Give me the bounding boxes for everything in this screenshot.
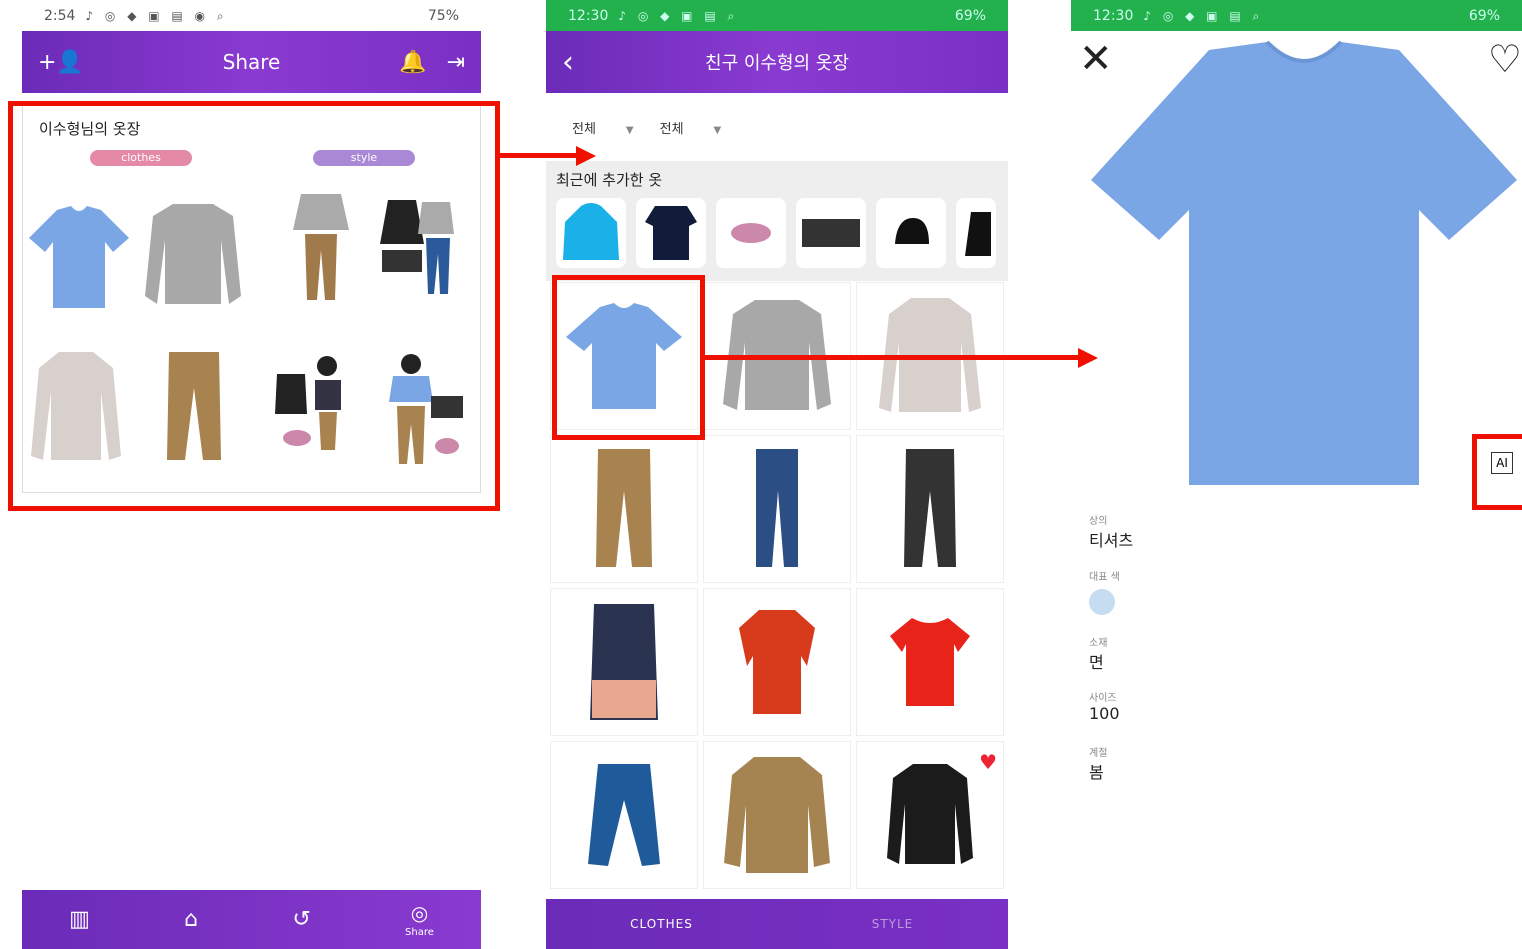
arrow-line-2 xyxy=(705,355,1081,360)
color-swatch xyxy=(1089,589,1115,615)
page-title: 친구 이수형의 옷장 xyxy=(705,53,849,74)
status-time: 12:30 xyxy=(568,7,609,24)
attr-material: 소재 면 xyxy=(1089,634,1107,673)
history-nav-icon[interactable]: ↺ xyxy=(292,907,310,932)
closet-owner-label: 이수형님의 옷장 xyxy=(39,120,141,138)
recent-item[interactable] xyxy=(956,198,996,268)
clothes-item[interactable]: ♥ xyxy=(856,741,1004,889)
share-nav-label: Share xyxy=(405,927,434,938)
notification-icons: ♪ ◎ ◆ ▣ ▤ ⌕ xyxy=(1143,8,1264,23)
attr-value: 봄 xyxy=(1089,763,1104,782)
status-battery: 75% xyxy=(427,7,459,24)
recent-item[interactable] xyxy=(716,198,786,268)
chevron-down-icon: ▼ xyxy=(713,124,722,136)
ai-chip-icon[interactable]: AI xyxy=(1491,452,1513,474)
attr-season: 계절 봄 xyxy=(1089,744,1107,783)
style-outfit-2[interactable] xyxy=(378,194,458,300)
status-time: 2:54 xyxy=(44,7,76,24)
bell-icon[interactable]: 🔔 xyxy=(399,50,426,75)
heart-icon[interactable]: ♥ xyxy=(979,750,997,774)
clothes-item[interactable] xyxy=(550,588,698,736)
subcategory-filter[interactable]: 전체 ▼ xyxy=(660,118,722,137)
clothes-grid: ♥ xyxy=(550,282,1006,889)
tab-style[interactable]: STYLE xyxy=(777,899,1008,949)
recent-strip[interactable] xyxy=(556,198,998,268)
item-detail-screen: 12:30 ♪ ◎ ◆ ▣ ▤ ⌕ 69% ✕ ♡ AI 상의 티셔츠 대표 색 … xyxy=(1071,0,1522,949)
clothes-item[interactable] xyxy=(703,435,851,583)
attr-key: 상의 xyxy=(1089,516,1108,527)
notification-icons: ♪ ◎ ◆ ▣ ▤ ◉ ⌕ xyxy=(85,8,228,23)
attr-value: 100 xyxy=(1089,704,1120,723)
share-nav-icon: ◎ xyxy=(410,901,429,925)
friend-closet-screen: 12:30 ♪ ◎ ◆ ▣ ▤ ⌕ 69% ‹ 친구 이수형의 옷장 전체 ▼ 전체… xyxy=(546,0,1008,949)
closet-card[interactable]: 이수형님의 옷장 clothes style xyxy=(22,103,481,493)
status-bar: 12:30 ♪ ◎ ◆ ▣ ▤ ⌕ 69% xyxy=(546,0,1008,31)
category-filter-label: 전체 xyxy=(572,121,596,137)
shirt-thumb[interactable] xyxy=(29,348,123,464)
item-image xyxy=(1089,40,1519,490)
attr-size: 사이즈 100 xyxy=(1089,689,1120,723)
attr-key: 소재 xyxy=(1089,638,1108,649)
attr-value: 면 xyxy=(1089,653,1104,672)
clothes-item[interactable] xyxy=(550,435,698,583)
clothes-item[interactable] xyxy=(703,741,851,889)
clothes-item[interactable] xyxy=(856,435,1004,583)
attr-category: 상의 티셔츠 xyxy=(1089,512,1133,551)
share-screen: 2:54 ♪ ◎ ◆ ▣ ▤ ◉ ⌕ 75% +👤 Share 🔔 ⇥ 이수형님의… xyxy=(22,0,481,949)
status-bar: 12:30 ♪ ◎ ◆ ▣ ▤ ⌕ 69% xyxy=(1071,0,1522,31)
status-time: 12:30 xyxy=(1093,7,1134,24)
recent-item[interactable] xyxy=(796,198,866,268)
tab-clothes[interactable]: CLOTHES xyxy=(546,899,777,949)
notification-icons: ♪ ◎ ◆ ▣ ▤ ⌕ xyxy=(618,8,739,23)
style-outfit-1[interactable] xyxy=(291,190,351,302)
clothes-pill[interactable]: clothes xyxy=(90,150,192,166)
app-bar: +👤 Share 🔔 ⇥ xyxy=(22,31,481,93)
filter-bar: 전체 ▼ 전체 ▼ xyxy=(546,93,1008,161)
recent-item[interactable] xyxy=(876,198,946,268)
clothes-item[interactable] xyxy=(550,741,698,889)
share-nav-item[interactable]: ◎ Share xyxy=(405,901,434,938)
style-outfit-3[interactable] xyxy=(275,354,351,454)
arrow-line-1 xyxy=(500,153,578,158)
style-outfit-4[interactable] xyxy=(385,354,465,466)
attr-key: 대표 색 xyxy=(1089,572,1120,583)
attr-value: 티셔츠 xyxy=(1089,531,1134,550)
arrow-head-1 xyxy=(576,146,596,166)
arrow-head-2 xyxy=(1078,348,1098,368)
subcategory-filter-label: 전체 xyxy=(659,121,684,137)
clothes-item[interactable] xyxy=(703,588,851,736)
category-filter[interactable]: 전체 ▼ xyxy=(572,118,634,137)
closet-nav-icon[interactable]: ▥ xyxy=(69,907,90,932)
attr-color: 대표 색 xyxy=(1089,568,1120,615)
app-bar: ‹ 친구 이수형의 옷장 xyxy=(546,31,1008,93)
clothes-item[interactable] xyxy=(856,588,1004,736)
tab-bar: CLOTHES STYLE xyxy=(546,899,1008,949)
recent-item[interactable] xyxy=(636,198,706,268)
sweater-thumb[interactable] xyxy=(143,200,243,312)
recent-section: 최근에 추가한 옷 xyxy=(546,161,1008,281)
chevron-down-icon: ▼ xyxy=(625,124,634,136)
attr-key: 계절 xyxy=(1089,748,1108,759)
recent-item[interactable] xyxy=(556,198,626,268)
bottom-nav: ▥ ⌂ ↺ ◎ Share xyxy=(22,890,481,949)
attr-key: 사이즈 xyxy=(1089,693,1117,704)
style-pill[interactable]: style xyxy=(313,150,415,166)
status-battery: 69% xyxy=(1468,7,1500,24)
logout-icon[interactable]: ⇥ xyxy=(447,50,465,75)
pants-thumb[interactable] xyxy=(163,348,225,464)
tshirt-thumb[interactable] xyxy=(27,202,131,310)
status-bar: 2:54 ♪ ◎ ◆ ▣ ▤ ◉ ⌕ 75% xyxy=(22,0,481,31)
recent-label: 최근에 추가한 옷 xyxy=(556,171,663,189)
status-battery: 69% xyxy=(954,7,986,24)
hanger-nav-icon[interactable]: ⌂ xyxy=(184,907,198,932)
clothes-item[interactable] xyxy=(550,282,698,430)
